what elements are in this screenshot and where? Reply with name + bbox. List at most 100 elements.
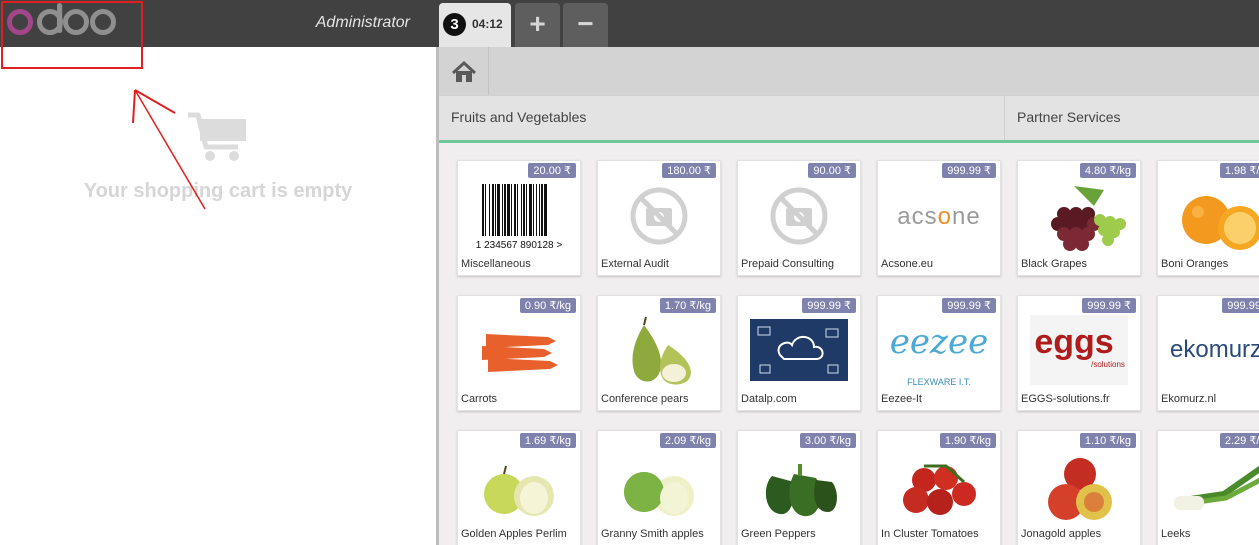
order-time: 04:12 — [472, 17, 503, 31]
add-order-button[interactable]: + — [515, 3, 560, 47]
svg-text:eezee: eezee — [890, 322, 988, 362]
ekomurz-logo: ekomurz — [1170, 336, 1259, 363]
product-name: Carrots — [461, 393, 498, 405]
product-image — [878, 445, 1000, 527]
product-price: 1.70 ₹/kg — [659, 298, 716, 313]
product-image — [738, 310, 860, 392]
peppers-image — [765, 464, 837, 517]
product-price: 999.99 ₹ — [1082, 298, 1136, 313]
product-price: 999.99 ₹ — [802, 298, 856, 313]
empty-cart-message: Your shopping cart is empty — [83, 180, 353, 202]
product-image — [1018, 175, 1140, 257]
product-card[interactable]: 1.90 ₹/kg In Cluster Tomatoes — [877, 430, 1001, 545]
product-image — [458, 310, 580, 392]
svg-text:FLEXWARE I.T.: FLEXWARE I.T. — [907, 377, 971, 387]
carrots-image — [482, 334, 558, 372]
product-name: Granny Smith apples — [601, 528, 704, 540]
product-card[interactable]: 180.00 ₹ External Audit — [597, 160, 721, 276]
product-name: Jonagold apples — [1021, 528, 1102, 540]
highlight-box — [1, 1, 143, 69]
oranges-image — [1182, 196, 1259, 250]
product-card[interactable]: 90.00 ₹ Prepaid Consulting — [737, 160, 861, 276]
product-card[interactable]: eggs/solutions 999.99 ₹ EGGS-solutions.fr — [1017, 295, 1141, 411]
svg-text:acsone: acsone — [897, 203, 980, 230]
product-price: 180.00 ₹ — [662, 163, 716, 178]
product-image — [598, 310, 720, 392]
product-price: 4.80 ₹/kg — [1079, 163, 1136, 178]
product-name: EGGS-solutions.fr — [1021, 393, 1110, 405]
category-partner-services[interactable]: Partner Services — [1005, 96, 1259, 140]
product-card[interactable]: 1.98 ₹/kg Boni Oranges — [1157, 160, 1259, 276]
category-fruits-vegetables[interactable]: Fruits and Vegetables — [439, 96, 1005, 140]
product-name: Miscellaneous — [461, 258, 531, 270]
eggs-logo: eggs/solutions — [1030, 315, 1128, 385]
product-name: Eezee-It — [881, 393, 922, 405]
product-image — [598, 175, 720, 257]
eezee-logo: eezee FLEXWARE I.T. — [890, 322, 988, 387]
product-card[interactable]: 2.29 ₹/kg Leeks — [1157, 430, 1259, 545]
product-list: 1 234567 890128 > 20.00 ₹ Miscellaneous 180… — [439, 142, 1259, 545]
product-image: eggs/solutions — [1018, 310, 1140, 392]
product-screen: Fruits and Vegetables Partner Services 1… — [439, 47, 1259, 545]
product-name: Prepaid Consulting — [741, 258, 834, 270]
home-icon — [451, 60, 477, 82]
product-price: 0.90 ₹/kg — [519, 298, 576, 313]
product-image — [1018, 445, 1140, 527]
no-photo-icon — [630, 187, 688, 245]
product-card[interactable]: 1.10 ₹/kg Jonagold apples — [1017, 430, 1141, 545]
datalp-image — [750, 319, 848, 381]
svg-text:/solutions: /solutions — [1091, 360, 1125, 369]
product-name: Leeks — [1161, 528, 1191, 540]
product-card[interactable]: 2.09 ₹/kg Granny Smith apples — [597, 430, 721, 545]
product-price: 90.00 ₹ — [808, 163, 856, 178]
home-button[interactable] — [439, 47, 489, 95]
acsone-logo: acsone — [897, 203, 980, 230]
product-name: Golden Apples Perlim — [461, 528, 567, 540]
granny-apples-image — [624, 472, 694, 516]
product-card[interactable]: 0.90 ₹/kg Carrots — [457, 295, 581, 411]
product-image — [598, 445, 720, 527]
category-bar: Fruits and Vegetables Partner Services — [439, 95, 1259, 143]
product-card[interactable]: 1.70 ₹/kg Conference pears — [597, 295, 721, 411]
remove-order-button[interactable]: − — [563, 3, 608, 47]
product-name: Conference pears — [601, 393, 689, 405]
product-price: 2.29 ₹/kg — [1219, 433, 1259, 448]
product-card[interactable]: ekomurz 999.99 ₹ Ekomurz.nl — [1157, 295, 1259, 411]
product-price: 2.09 ₹/kg — [659, 433, 716, 448]
product-name: Green Peppers — [741, 528, 816, 540]
product-name: In Cluster Tomatoes — [881, 528, 979, 540]
cart-icon — [188, 112, 246, 161]
product-price: 1.10 ₹/kg — [1079, 433, 1136, 448]
breadcrumb-bar — [439, 47, 1259, 95]
product-price: 3.00 ₹/kg — [799, 433, 856, 448]
barcode-image: 1 234567 890128 > — [476, 184, 563, 251]
product-name: External Audit — [601, 258, 669, 270]
product-card[interactable]: 1 234567 890128 > 20.00 ₹ Miscellaneous — [457, 160, 581, 276]
product-card[interactable]: 4.80 ₹/kg Black Grapes — [1017, 160, 1141, 276]
product-card[interactable]: acsone 999.99 ₹ Acsone.eu — [877, 160, 1001, 276]
product-card[interactable]: 3.00 ₹/kg Green Peppers — [737, 430, 861, 545]
grapes-image — [1051, 186, 1126, 251]
leeks-image — [1174, 465, 1259, 510]
product-image — [1158, 445, 1259, 527]
product-image: acsone — [878, 175, 1000, 257]
product-card[interactable]: 1.69 ₹/kg Golden Apples Perlim — [457, 430, 581, 545]
product-price: 999.99 ₹ — [942, 298, 996, 313]
product-name: Ekomurz.nl — [1161, 393, 1217, 405]
product-price: 999.99 ₹ — [1222, 298, 1259, 313]
product-price: 1.98 ₹/kg — [1219, 163, 1259, 178]
product-card[interactable]: 999.99 ₹ Datalp.com — [737, 295, 861, 411]
product-card[interactable]: eezee FLEXWARE I.T. 999.99 ₹ Eezee-It — [877, 295, 1001, 411]
svg-text:1 234567 890128 >: 1 234567 890128 > — [476, 240, 563, 251]
product-image — [738, 445, 860, 527]
order-tab[interactable]: 3 04:12 — [439, 3, 511, 47]
product-price: 1.90 ₹/kg — [939, 433, 996, 448]
product-image: 1 234567 890128 > — [458, 175, 580, 257]
user-name[interactable]: Administrator — [310, 14, 410, 32]
pears-image — [632, 316, 691, 385]
product-image — [738, 175, 860, 257]
product-name: Datalp.com — [741, 393, 797, 405]
tomatoes-image — [903, 464, 976, 515]
product-image — [458, 445, 580, 527]
golden-apples-image — [484, 465, 554, 516]
